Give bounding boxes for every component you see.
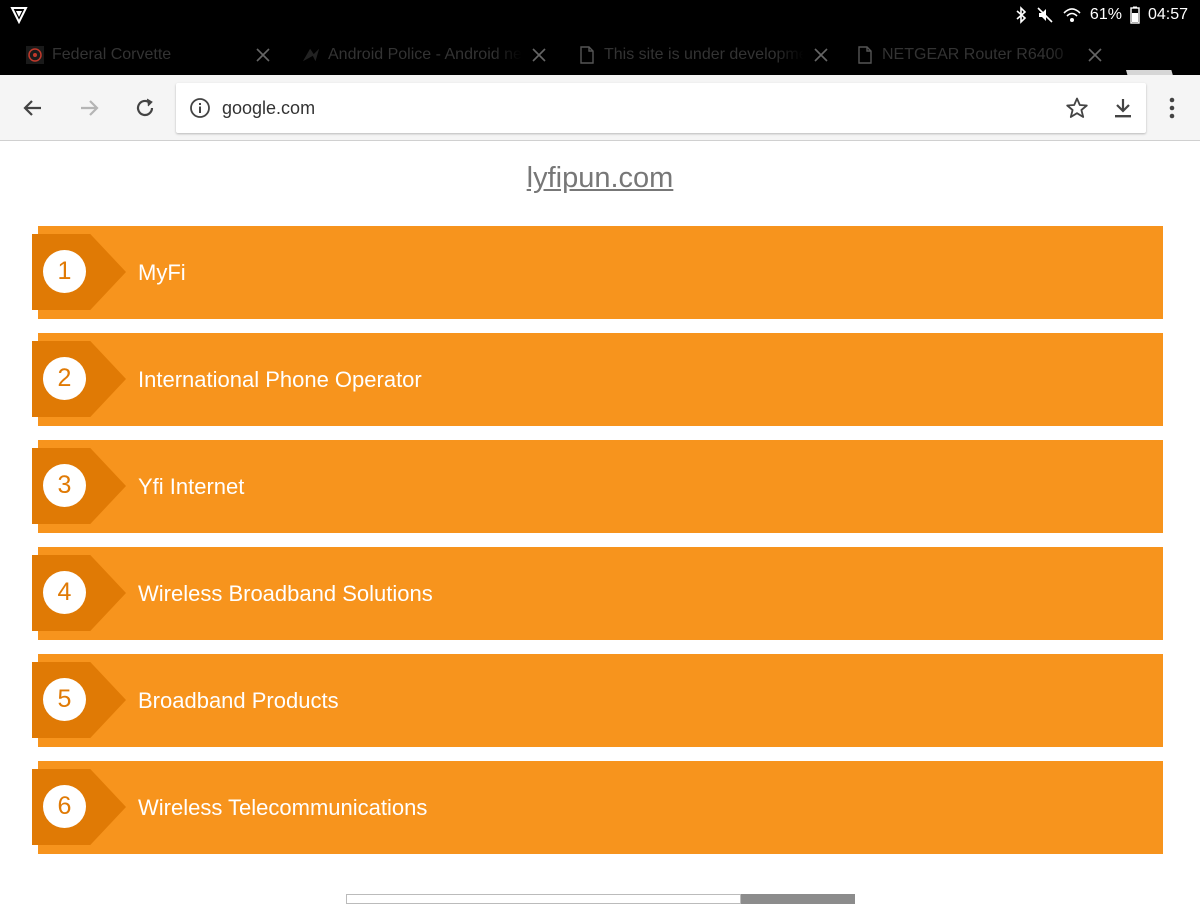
tab-title: Federal Corvette xyxy=(52,45,172,63)
row-label[interactable]: Broadband Products xyxy=(138,654,339,747)
tab-federal-corvette[interactable]: Federal Corvette xyxy=(4,34,286,75)
status-bar: 61% 04:57 xyxy=(0,0,1200,30)
browser-toolbar: google.com xyxy=(0,75,1200,141)
list-item[interactable]: 2 International Phone Operator xyxy=(32,333,1163,426)
row-label[interactable]: Wireless Telecommunications xyxy=(138,761,427,854)
page-content: lyfipun.com 1 MyFi 2 International Phone… xyxy=(0,142,1200,904)
notification-icon xyxy=(10,6,28,24)
more-vert-icon xyxy=(1169,97,1175,119)
row-number: 2 xyxy=(43,357,86,400)
list-item[interactable]: 5 Broadband Products xyxy=(32,654,1163,747)
tab-android-police[interactable]: Android Police - Android news xyxy=(280,34,562,75)
row-bar xyxy=(38,226,1163,319)
address-bar[interactable]: google.com xyxy=(176,83,1146,133)
list-item[interactable]: 3 Yfi Internet xyxy=(32,440,1163,533)
battery-percent: 61% xyxy=(1089,6,1122,23)
search-input[interactable] xyxy=(346,894,741,904)
wifi-icon xyxy=(1062,6,1082,24)
forward-button[interactable] xyxy=(73,92,105,124)
star-icon[interactable] xyxy=(1064,95,1090,121)
site-title-link[interactable]: lyfipun.com xyxy=(0,162,1200,195)
download-icon[interactable] xyxy=(1110,95,1136,121)
tab-title: NETGEAR Router R6400 xyxy=(882,45,1064,63)
row-label[interactable]: MyFi xyxy=(138,226,186,319)
page-icon xyxy=(856,45,874,64)
search-button[interactable] xyxy=(741,894,855,904)
menu-button[interactable] xyxy=(1157,92,1187,124)
row-number: 3 xyxy=(43,464,86,507)
tab-under-development[interactable]: This site is under development xyxy=(556,34,844,75)
row-label[interactable]: International Phone Operator xyxy=(138,333,422,426)
arrow-left-icon xyxy=(23,100,41,116)
list-item[interactable]: 4 Wireless Broadband Solutions xyxy=(32,547,1163,640)
row-number: 5 xyxy=(43,678,86,721)
row-label[interactable]: Yfi Internet xyxy=(138,440,244,533)
tab-strip: Federal Corvette Android Police - Androi… xyxy=(0,30,1200,100)
close-icon[interactable] xyxy=(1084,44,1106,66)
close-icon[interactable] xyxy=(810,44,832,66)
mute-icon xyxy=(1036,6,1054,24)
reload-icon xyxy=(136,98,154,117)
back-button[interactable] xyxy=(17,92,49,124)
row-label[interactable]: Wireless Broadband Solutions xyxy=(138,547,433,640)
close-icon[interactable] xyxy=(528,44,550,66)
close-icon[interactable] xyxy=(252,44,274,66)
tab-title: Android Police - Android news xyxy=(328,45,522,63)
tab-netgear-router[interactable]: NETGEAR Router R6400 xyxy=(834,34,1118,75)
url-text[interactable]: google.com xyxy=(222,98,315,119)
row-number: 6 xyxy=(43,785,86,828)
corvette-favicon-icon xyxy=(26,45,44,64)
row-number: 1 xyxy=(43,250,86,293)
page-icon xyxy=(578,45,596,64)
row-number: 4 xyxy=(43,571,86,614)
android-police-favicon-icon xyxy=(302,46,320,64)
clock: 04:57 xyxy=(1147,6,1188,23)
list-item[interactable]: 1 MyFi xyxy=(32,226,1163,319)
list-item[interactable]: 6 Wireless Telecommunications xyxy=(32,761,1163,854)
battery-icon xyxy=(1130,6,1140,24)
reload-button[interactable] xyxy=(129,92,161,124)
arrow-right-icon xyxy=(81,100,99,116)
link-list: 1 MyFi 2 International Phone Operator 3 … xyxy=(32,226,1163,868)
tab-title: This site is under development xyxy=(604,45,804,63)
bluetooth-icon xyxy=(1014,6,1028,24)
info-icon[interactable] xyxy=(188,96,212,120)
